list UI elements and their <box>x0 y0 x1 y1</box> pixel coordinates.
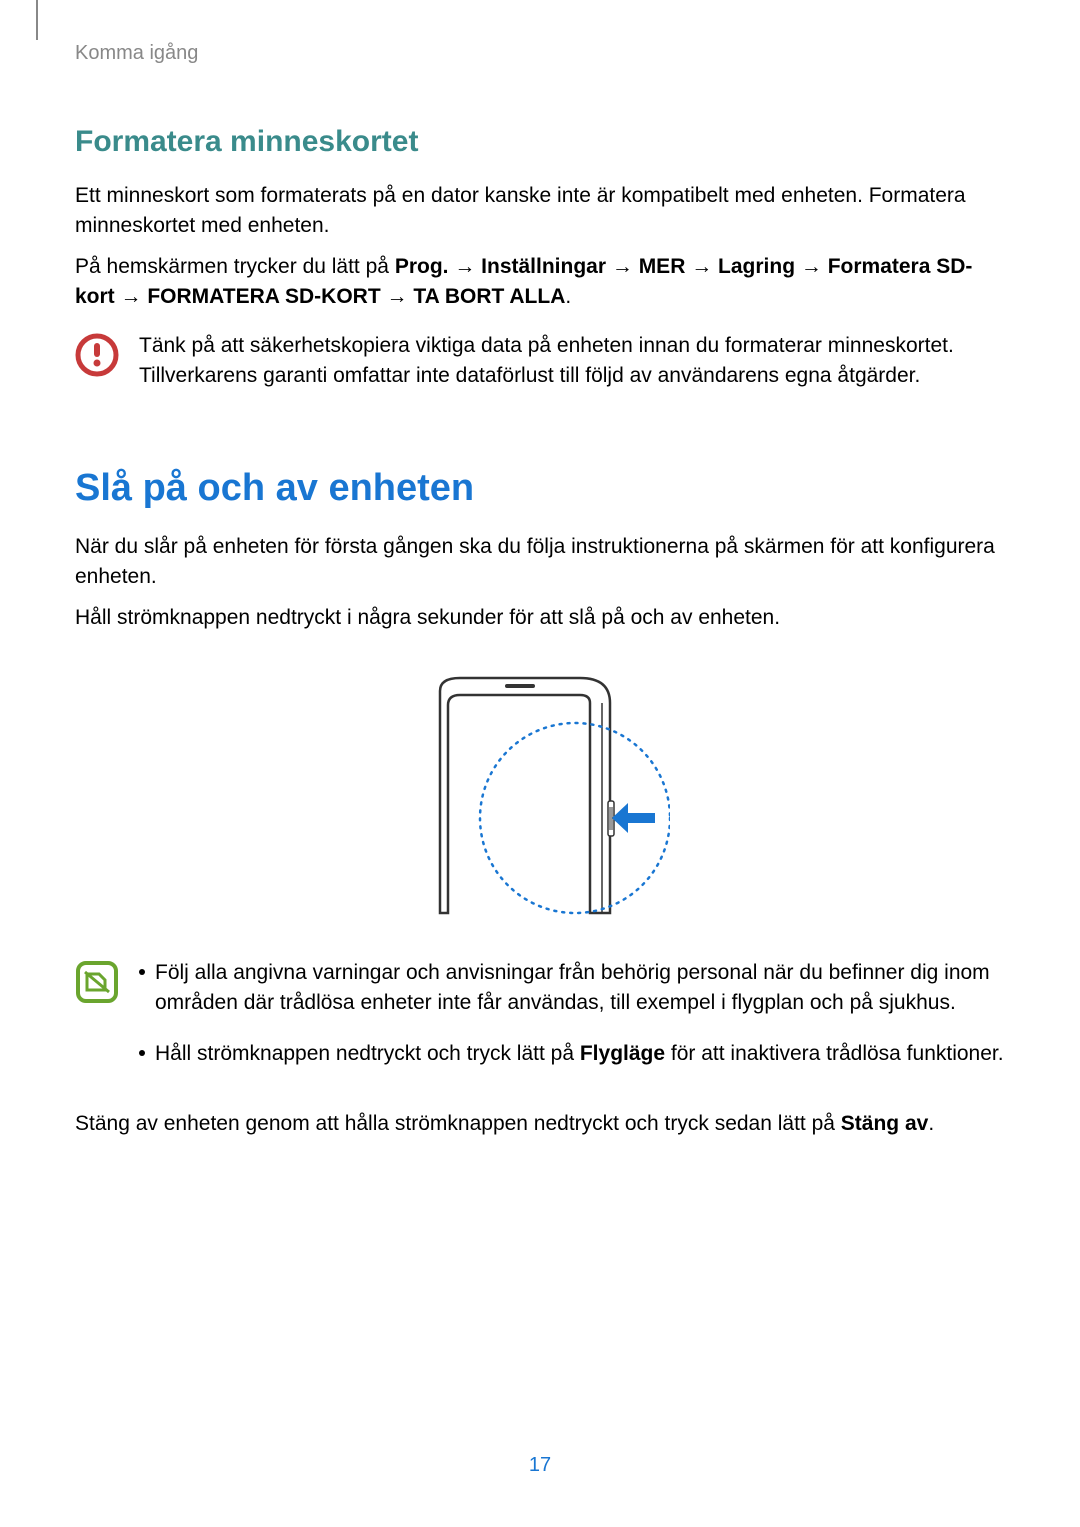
list-item: Håll strömknappen nedtryckt och tryck lä… <box>139 1039 1005 1069</box>
bullet-icon <box>139 969 145 975</box>
heading-format-card: Formatera minneskortet <box>75 125 1005 159</box>
page-content: Komma igång Formatera minneskortet Ett m… <box>0 0 1080 1140</box>
paragraph: När du slår på enheten för första gången… <box>75 532 1005 593</box>
tips-note: Följ alla angivna varningar och anvisnin… <box>75 958 1005 1089</box>
list-item: Följ alla angivna varningar och anvisnin… <box>139 958 1005 1019</box>
bullet-icon <box>139 1050 145 1056</box>
paragraph: Håll strömknappen nedtryckt i några seku… <box>75 603 1005 633</box>
paragraph: Ett minneskort som formaterats på en dat… <box>75 181 1005 242</box>
page-number: 17 <box>0 1454 1080 1477</box>
warning-text: Tänk på att säkerhetskopiera viktiga dat… <box>139 331 1005 392</box>
warning-icon <box>75 333 119 377</box>
device-illustration <box>75 673 1005 923</box>
tip-text: Följ alla angivna varningar och anvisnin… <box>155 958 1005 1019</box>
breadcrumb: Komma igång <box>75 42 1005 65</box>
note-icon <box>75 960 119 1004</box>
tip-text: Håll strömknappen nedtryckt och tryck lä… <box>155 1039 1004 1069</box>
paragraph: Stäng av enheten genom att hålla strömkn… <box>75 1109 1005 1139</box>
tips-list: Följ alla angivna varningar och anvisnin… <box>139 958 1005 1089</box>
paragraph-nav-path: På hemskärmen trycker du lätt på Prog. →… <box>75 252 1005 313</box>
page-binding-mark <box>36 0 38 40</box>
heading-power-device: Slå på och av enheten <box>75 467 1005 510</box>
warning-note: Tänk på att säkerhetskopiera viktiga dat… <box>75 331 1005 392</box>
